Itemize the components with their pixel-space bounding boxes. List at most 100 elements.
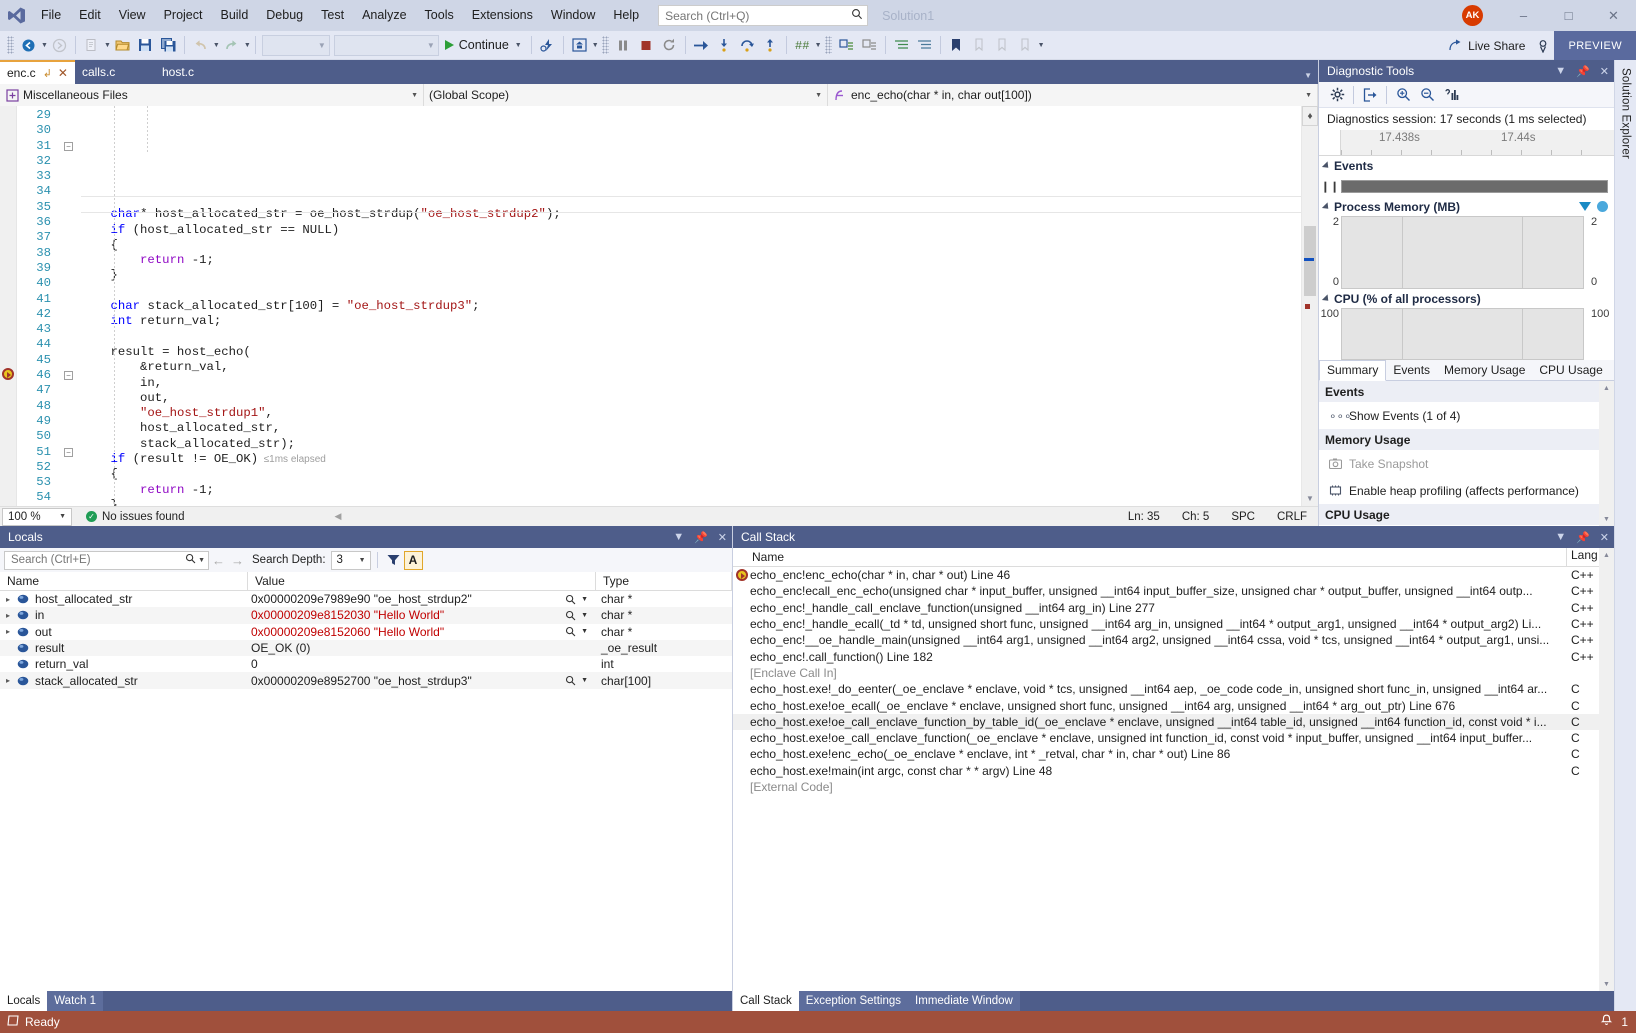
visualizer-dropdown-icon[interactable]: ▼	[581, 628, 588, 635]
filter-funnel-icon[interactable]	[384, 554, 404, 566]
toolbar-grip[interactable]	[7, 36, 14, 54]
source-code[interactable]: char* host_allocated_str = oe_host_strdu…	[81, 106, 1301, 506]
solution-explorer-rail[interactable]: Solution Explorer	[1614, 60, 1636, 1011]
solution-configuration-combo[interactable]: ▼	[262, 35, 330, 56]
continue-dropdown-icon[interactable]: ▼	[515, 42, 522, 49]
code-line[interactable]: {	[81, 238, 1301, 253]
redo-dropdown-icon[interactable]: ▼	[244, 42, 251, 49]
expand-chevron-icon[interactable]: ▸	[6, 611, 17, 620]
search-depth-combo[interactable]: 3 ▼	[331, 551, 371, 570]
visualizer-dropdown-icon[interactable]: ▼	[581, 596, 588, 603]
locals-pin-icon[interactable]: 📌	[689, 531, 713, 544]
table-row[interactable]: ▸out0x00000209e8152060 "Hello World"▼cha…	[0, 624, 732, 640]
new-item-dropdown-icon[interactable]: ▼	[104, 42, 111, 49]
call-stack-menu-icon[interactable]: ▼	[1550, 531, 1571, 543]
pane-tab-watch-1[interactable]: Watch 1	[47, 991, 103, 1011]
step-over-icon[interactable]	[736, 34, 759, 57]
menu-debug[interactable]: Debug	[257, 0, 312, 31]
code-line[interactable]	[81, 192, 1301, 207]
menu-test[interactable]: Test	[312, 0, 353, 31]
toolbar-grip-2[interactable]	[602, 36, 609, 54]
locals-cell-name[interactable]: ▸in	[0, 608, 248, 622]
tab-summary[interactable]: Summary	[1319, 360, 1386, 381]
close-icon[interactable]: ✕	[58, 66, 68, 80]
menu-window[interactable]: Window	[542, 0, 604, 31]
code-line[interactable]: }	[81, 268, 1301, 283]
navigate-back-dropdown-icon[interactable]: ▼	[41, 42, 48, 49]
tab-memory-usage[interactable]: Memory Usage	[1437, 361, 1532, 380]
locals-search-input[interactable]: Search (Ctrl+E) ▼	[4, 551, 209, 570]
member-combo[interactable]: enc_echo(char * in, char out[100]) ▼	[828, 84, 1318, 106]
summary-scrollbar[interactable]: ▲ ▼	[1599, 381, 1614, 526]
menu-project[interactable]: Project	[155, 0, 212, 31]
maximize-button[interactable]: □	[1546, 0, 1591, 31]
decrease-indent-icon[interactable]	[913, 34, 936, 57]
call-stack-row[interactable]: echo_host.exe!oe_call_enclave_function_b…	[733, 714, 1599, 730]
tab-enc-c[interactable]: enc.c ↲ ✕	[0, 60, 75, 84]
table-row[interactable]: ▸host_allocated_str0x00000209e7989e90 "o…	[0, 591, 732, 607]
table-row[interactable]: resultOE_OK (0)_oe_result	[0, 640, 732, 656]
redo-icon[interactable]	[220, 34, 243, 57]
navigate-back-icon[interactable]	[17, 34, 40, 57]
menu-edit[interactable]: Edit	[70, 0, 110, 31]
process-memory-group-header[interactable]: Process Memory (MB)	[1319, 197, 1614, 216]
table-row[interactable]: ▸stack_allocated_str0x00000209e8952700 "…	[0, 672, 732, 688]
code-line[interactable]: result = host_echo(	[81, 345, 1301, 360]
zoom-level-combo[interactable]: 100 % ▼	[2, 508, 72, 526]
step-out-icon[interactable]	[759, 34, 782, 57]
issues-status[interactable]: ✓ No issues found	[86, 511, 184, 523]
call-stack-row[interactable]: [Enclave Call In]	[733, 665, 1599, 681]
fold-toggle[interactable]: −	[59, 368, 81, 383]
code-line[interactable]: if (result != OE_OK) ≤1ms elapsed	[81, 452, 1301, 467]
code-line[interactable]: stack_allocated_str);	[81, 437, 1301, 452]
avatar[interactable]: AK	[1462, 5, 1483, 26]
call-stack-row[interactable]: echo_enc!enc_echo(char * in, char * out)…	[733, 567, 1599, 583]
tab-events[interactable]: Events	[1386, 361, 1437, 380]
editor-split-grip[interactable]: ♦	[1302, 106, 1318, 126]
locals-cell-name[interactable]: ▸host_allocated_str	[0, 592, 248, 606]
call-stack-pin-icon[interactable]: 📌	[1571, 531, 1595, 544]
menu-extensions[interactable]: Extensions	[463, 0, 542, 31]
code-line[interactable]: "oe_host_strdup1",	[81, 406, 1301, 421]
toggle-bookmark-icon[interactable]	[945, 34, 968, 57]
code-line[interactable]: int return_val;	[81, 314, 1301, 329]
locals-cell-name[interactable]: result	[0, 641, 248, 655]
close-panel-icon[interactable]: ✕	[1595, 65, 1614, 78]
locals-col-value[interactable]: Value	[248, 572, 596, 590]
pane-tab-immediate-window[interactable]: Immediate Window	[908, 991, 1020, 1011]
search-next-icon[interactable]: →	[228, 553, 247, 568]
collapse-minus-icon[interactable]: −	[64, 448, 73, 457]
code-line[interactable]: if (host_allocated_str == NULL)	[81, 223, 1301, 238]
summary-scroll-down-icon[interactable]: ▼	[1599, 512, 1614, 526]
search-options-caret-icon[interactable]: ▼	[198, 557, 205, 564]
code-line[interactable]	[81, 330, 1301, 345]
pane-tab-locals[interactable]: Locals	[0, 991, 47, 1011]
stop-debugging-icon[interactable]	[635, 34, 658, 57]
expand-chevron-icon[interactable]: ▸	[6, 676, 17, 685]
cpu-group-header[interactable]: CPU (% of all processors)	[1319, 289, 1614, 308]
toolbar-grip-3[interactable]	[825, 36, 832, 54]
call-stack-row[interactable]: echo_enc!_handle_call_enclave_function(u…	[733, 600, 1599, 616]
call-stack-row[interactable]: echo_enc!__oe_handle_main(unsigned __int…	[733, 632, 1599, 648]
scroll-down-icon[interactable]: ▼	[1302, 490, 1318, 506]
uncomment-selection-icon[interactable]	[858, 34, 881, 57]
comment-selection-icon[interactable]	[835, 34, 858, 57]
code-line[interactable]	[81, 284, 1301, 299]
feedback-icon[interactable]	[1531, 34, 1554, 57]
menu-analyze[interactable]: Analyze	[353, 0, 415, 31]
code-line[interactable]: return -1;	[81, 483, 1301, 498]
chevron-down-icon-zoom[interactable]: ▼	[59, 513, 66, 520]
close-button[interactable]: ✕	[1591, 0, 1636, 31]
locals-menu-icon[interactable]: ▼	[668, 531, 689, 543]
fold-toggle[interactable]: −	[59, 445, 81, 460]
process-memory-graph[interactable]: 2 0 2 0	[1319, 216, 1614, 289]
undo-icon[interactable]	[189, 34, 212, 57]
locals-cell-name[interactable]: ▸stack_allocated_str	[0, 674, 248, 688]
chevron-down-icon-2[interactable]: ▼	[815, 92, 822, 99]
call-stack-row[interactable]: echo_enc!ecall_enc_echo(unsigned char * …	[733, 583, 1599, 599]
events-bar[interactable]	[1341, 180, 1608, 193]
project-combo[interactable]: Miscellaneous Files ▼	[0, 84, 424, 106]
locals-cell-value[interactable]: 0x00000209e8152030 "Hello World"▼	[248, 608, 596, 622]
locals-cell-value[interactable]: 0x00000209e7989e90 "oe_host_strdup2"▼	[248, 592, 596, 606]
call-stack-row[interactable]: echo_host.exe!oe_call_enclave_function(_…	[733, 730, 1599, 746]
